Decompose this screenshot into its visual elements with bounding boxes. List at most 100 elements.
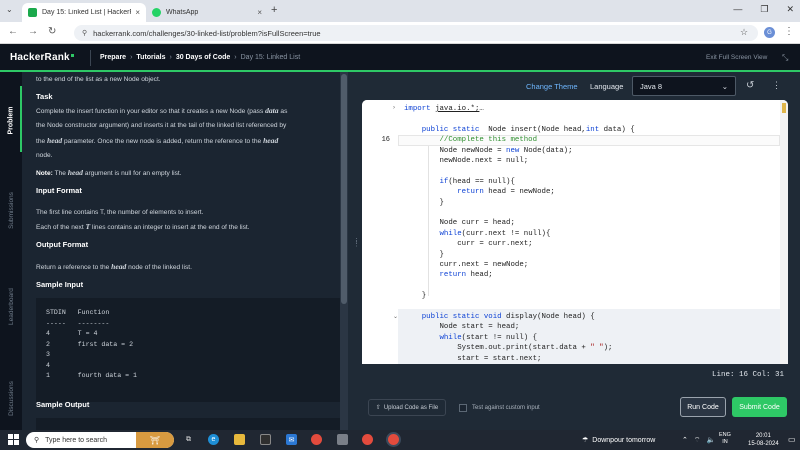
tab-submissions-label: Submissions (7, 191, 15, 229)
sample-output-heading: Sample Output (36, 400, 90, 409)
task-text-line: Complete the insert function in your edi… (36, 106, 288, 115)
site-info-icon[interactable]: ⚲ (82, 29, 87, 37)
clock[interactable]: 20:01 15-08-2024 (748, 432, 779, 448)
tab-search-icon[interactable]: ⌄ (6, 5, 13, 14)
tab-discussions[interactable]: Discussions (0, 368, 22, 428)
output-format-line: Return a reference to the head node of t… (36, 262, 192, 271)
browser-toolbar: ← → ↻ ⚲ hackerrank.com/challenges/30-lin… (0, 22, 800, 44)
address-bar[interactable]: ⚲ hackerrank.com/challenges/30-linked-li… (74, 25, 758, 41)
breadcrumb-30-days[interactable]: 30 Days of Code (176, 54, 230, 61)
tab-problem[interactable]: Problem (0, 90, 22, 150)
store-icon[interactable] (260, 434, 271, 445)
region-code: IN (722, 439, 728, 445)
custom-input-checkbox[interactable] (459, 404, 467, 412)
fold-toggle-icon[interactable]: ⌄ (393, 313, 398, 320)
task-heading: Task (36, 92, 53, 101)
chevron-up-icon[interactable]: ⌃ (682, 436, 688, 445)
url-text: hackerrank.com/challenges/30-linked-list… (93, 28, 321, 38)
browser-tab-whatsapp[interactable]: WhatsApp × (146, 3, 268, 22)
hackerrank-favicon-icon (28, 8, 37, 17)
line-number (362, 166, 390, 176)
chrome-icon[interactable] (311, 434, 322, 445)
line-number (362, 187, 390, 197)
system-tray: ⌃ ⌔ 🔈 (682, 436, 715, 445)
code-line: } (404, 198, 444, 207)
drag-handle-icon[interactable]: ⋮ ⋮ (353, 238, 360, 248)
chrome-active-icon[interactable] (388, 434, 399, 445)
mail-icon[interactable]: ✉ (286, 434, 297, 445)
more-options-icon[interactable]: ⋮ (772, 80, 781, 91)
close-tab-icon[interactable]: × (135, 8, 140, 17)
minimize-icon[interactable]: — (733, 4, 742, 15)
code-editor[interactable]: › import java.io.*;… public static Node i… (362, 100, 788, 364)
submit-code-button[interactable]: Submit Code (732, 397, 787, 417)
search-icon: ⚲ (34, 437, 40, 444)
code-line: if(head == null){ (439, 177, 515, 186)
new-tab-button[interactable]: + (271, 4, 277, 16)
file-explorer-icon[interactable] (234, 434, 245, 445)
close-window-icon[interactable]: ✕ (786, 4, 794, 15)
task-view-icon[interactable]: ⧉ (183, 434, 194, 445)
edge-browser-icon[interactable]: e (208, 434, 219, 445)
maximize-icon[interactable]: ❐ (760, 4, 768, 15)
exit-fullscreen-icon[interactable]: ⤡ (782, 53, 788, 63)
chevron-right-icon: › (130, 54, 133, 61)
tab-submissions[interactable]: Submissions (0, 180, 22, 240)
code-line: curr = curr.next; (404, 240, 533, 249)
input-language[interactable]: ENG IN (719, 432, 731, 446)
notifications-icon[interactable]: ▭ (788, 435, 796, 444)
code-line: public static Node insert(Node head,int … (421, 125, 635, 134)
fold-toggle-icon[interactable]: › (393, 105, 395, 111)
panel-splitter[interactable] (348, 72, 362, 430)
run-code-button[interactable]: Run Code (680, 397, 726, 417)
editor-scrollbar-marker (782, 103, 786, 113)
close-tab-icon[interactable]: × (257, 8, 262, 17)
code-line: //Complete this method (439, 136, 538, 145)
upload-code-button[interactable]: ⇧ Upload Code as File (368, 399, 446, 416)
chevron-down-icon: ⌄ (721, 81, 728, 91)
volume-icon[interactable]: 🔈 (706, 436, 715, 445)
breadcrumb-tutorials[interactable]: Tutorials (136, 54, 165, 61)
sample-input-box: STDIN Function ----- -------- 4 T = 4 2 … (36, 298, 340, 402)
note-text: Note: The head argument is null for an e… (36, 168, 182, 177)
task-text-line: the head parameter. Once the new node is… (36, 136, 279, 145)
history-icon[interactable]: ↺ (746, 80, 754, 91)
reload-icon[interactable]: ↻ (48, 26, 56, 37)
breadcrumb-prepare[interactable]: Prepare (100, 54, 126, 61)
browser-menu-icon[interactable]: ⋮ (784, 26, 794, 37)
editor-scrollbar[interactable] (780, 100, 788, 364)
code-line: public static void display(Node head) { (421, 313, 595, 321)
chrome-profile-icon[interactable] (362, 434, 373, 445)
breadcrumb: Prepare › Tutorials › 30 Days of Code › … (100, 54, 300, 61)
line-number (362, 270, 390, 280)
line-number (362, 343, 390, 353)
input-format-heading: Input Format (36, 186, 82, 195)
browser-tab-hackerrank[interactable]: Day 15: Linked List | HackerRank × (22, 3, 146, 22)
tab-leaderboard[interactable]: Leaderboard (0, 276, 22, 336)
weather-widget[interactable]: ☂ Downpour tomorrow (582, 436, 655, 445)
hackerrank-logo[interactable]: HackerRank (10, 52, 74, 63)
tab-title: WhatsApp (166, 9, 199, 16)
whatsapp-favicon-icon (152, 8, 161, 17)
language-select[interactable]: Java 8 ⌄ (632, 76, 736, 96)
back-icon[interactable]: ← (8, 26, 18, 37)
upload-code-label: Upload Code as File (383, 404, 439, 411)
problem-scrollbar-thumb[interactable] (341, 74, 347, 304)
profile-avatar[interactable]: G (764, 27, 775, 38)
upload-icon: ⇧ (375, 405, 381, 411)
code-line: System.out.print(start.data + " "); (404, 344, 613, 353)
output-format-heading: Output Format (36, 240, 89, 249)
search-highlight-image[interactable]: ⛩ (136, 432, 174, 448)
language-label: Language (590, 82, 624, 91)
forward-icon[interactable]: → (28, 26, 38, 37)
hackerrank-header: HackerRank Prepare › Tutorials › 30 Days… (0, 44, 800, 72)
change-theme-link[interactable]: Change Theme (526, 82, 578, 91)
header-divider (90, 50, 91, 66)
windows-start-icon[interactable] (8, 434, 19, 445)
line-number (362, 146, 390, 156)
line-number (362, 312, 390, 322)
app-icon[interactable] (337, 434, 348, 445)
exit-fullscreen-link[interactable]: Exit Full Screen View (706, 54, 767, 61)
bookmark-star-icon[interactable]: ☆ (740, 27, 748, 38)
network-icon[interactable]: ⌔ (694, 436, 701, 445)
